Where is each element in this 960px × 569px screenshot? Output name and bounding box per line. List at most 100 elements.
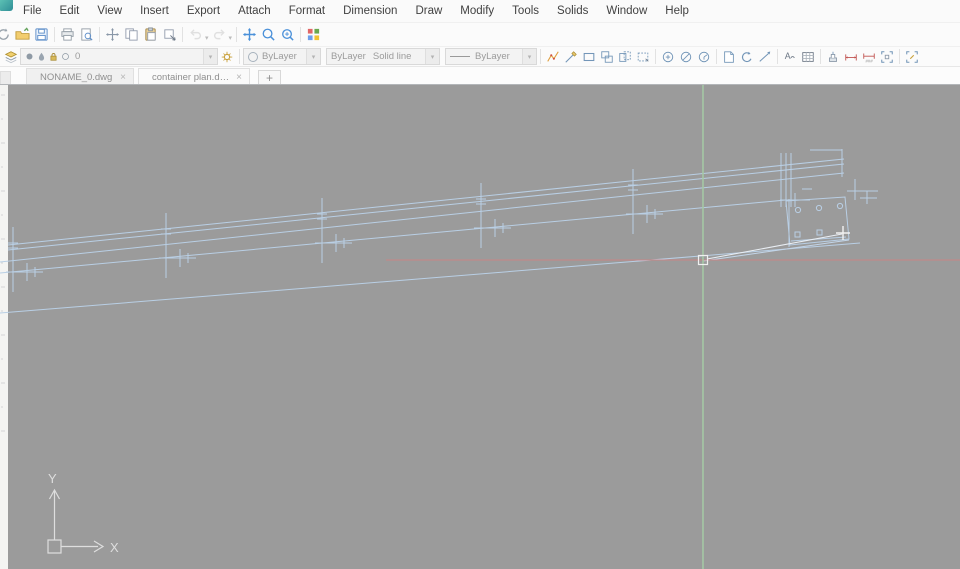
menu-window[interactable]: Window xyxy=(597,2,656,20)
undo-button[interactable] xyxy=(186,25,205,44)
divider xyxy=(99,27,100,42)
rect-icon xyxy=(582,50,596,64)
open-button[interactable] xyxy=(13,25,32,44)
line-icon xyxy=(564,50,578,64)
menu-insert[interactable]: Insert xyxy=(131,2,178,20)
station-marker xyxy=(474,183,511,248)
zoom-window-button[interactable] xyxy=(259,25,278,44)
page-icon xyxy=(722,50,736,64)
layer-states-button[interactable] xyxy=(218,48,236,65)
select-window-icon xyxy=(636,50,650,64)
select-frame-button[interactable] xyxy=(878,48,896,65)
save-icon xyxy=(34,27,49,42)
chevron-down-icon[interactable]: ▾ xyxy=(205,34,209,42)
undo-icon xyxy=(188,27,203,42)
menu-dimension[interactable]: Dimension xyxy=(334,2,406,20)
rotate-button[interactable] xyxy=(738,48,756,65)
sketch-icon xyxy=(546,50,560,64)
insert-block-button[interactable] xyxy=(160,25,179,44)
draw-rect-button[interactable] xyxy=(580,48,598,65)
drawing-viewport[interactable]: Y X xyxy=(0,85,960,569)
close-icon[interactable]: × xyxy=(236,72,242,83)
sketch-button[interactable] xyxy=(544,48,562,65)
rects2-icon xyxy=(618,50,632,64)
close-icon[interactable]: × xyxy=(120,72,126,83)
open-folder-icon xyxy=(15,27,30,42)
lineweight-select-value: ByLayer xyxy=(475,51,510,62)
extrude-button[interactable] xyxy=(824,48,842,65)
ucs-x-label: X xyxy=(110,540,119,555)
ucs-y-label: Y xyxy=(48,471,57,486)
color-swatch-icon xyxy=(248,51,258,62)
leader-button[interactable] xyxy=(756,48,774,65)
measure-length-button[interactable] xyxy=(842,48,860,65)
app-icon[interactable] xyxy=(0,0,13,11)
copy-button[interactable] xyxy=(122,25,141,44)
menu-edit[interactable]: Edit xyxy=(51,2,89,20)
circle-radius-icon xyxy=(697,50,711,64)
circle-center-button[interactable] xyxy=(659,48,677,65)
print-icon xyxy=(60,27,75,42)
visual-styles-button[interactable] xyxy=(304,25,323,44)
menu-attach[interactable]: Attach xyxy=(229,2,280,20)
circle-radius-button[interactable] xyxy=(695,48,713,65)
redo-button[interactable] xyxy=(210,25,229,44)
menu-format[interactable]: Format xyxy=(280,2,334,20)
table-button[interactable] xyxy=(799,48,817,65)
new-layout-button[interactable] xyxy=(720,48,738,65)
linetype-select-value: ByLayer xyxy=(331,51,366,62)
layer-color-icon xyxy=(61,52,70,61)
copy-objects-button[interactable] xyxy=(598,48,616,65)
lineweight-select[interactable]: ByLayer ▾ xyxy=(445,48,537,65)
paste-button[interactable] xyxy=(141,25,160,44)
chevron-down-icon: ▾ xyxy=(522,49,536,64)
layer-select[interactable]: 0 ▾ xyxy=(20,48,218,65)
paste-icon xyxy=(143,27,158,42)
table-icon xyxy=(801,50,815,64)
menu-modify[interactable]: Modify xyxy=(451,2,503,20)
menu-help[interactable]: Help xyxy=(656,2,698,20)
menu-tools[interactable]: Tools xyxy=(503,2,548,20)
drawing-canvas[interactable]: Y X xyxy=(0,84,960,569)
draw-line-button[interactable] xyxy=(562,48,580,65)
rects-icon xyxy=(600,50,614,64)
layer-lock-icon xyxy=(49,52,58,61)
divider xyxy=(899,49,900,64)
cad-application-window: File Edit View Insert Export Attach Format Dime… xyxy=(0,0,960,569)
layer-states-icon xyxy=(220,50,234,64)
menu-file[interactable]: File xyxy=(14,2,51,20)
chevron-down-icon[interactable]: ▾ xyxy=(229,34,233,42)
linetype-select[interactable]: ByLayer Solid line ▾ xyxy=(326,48,440,65)
circle-2p-button[interactable] xyxy=(677,48,695,65)
reload-button[interactable] xyxy=(0,25,13,44)
divider xyxy=(236,27,238,42)
drawing-tools: A ### xyxy=(544,48,921,65)
move-button[interactable] xyxy=(103,25,122,44)
text-style-button[interactable]: A xyxy=(781,48,799,65)
menu-export[interactable]: Export xyxy=(178,2,229,20)
edit-frame-icon xyxy=(905,50,919,64)
menu-view[interactable]: View xyxy=(88,2,131,20)
print-button[interactable] xyxy=(58,25,77,44)
paste-objects-button[interactable] xyxy=(616,48,634,65)
svg-text:A: A xyxy=(785,50,791,60)
menu-draw[interactable]: Draw xyxy=(406,2,451,20)
menu-solids[interactable]: Solids xyxy=(548,2,597,20)
zoom-extents-icon xyxy=(280,27,295,42)
print-preview-icon xyxy=(79,27,94,42)
chevron-down-icon: ▾ xyxy=(203,49,217,64)
edit-frame-button[interactable] xyxy=(903,48,921,65)
ucs-icon: Y X xyxy=(47,471,119,555)
circle-slash-icon xyxy=(679,50,693,64)
print-preview-button[interactable] xyxy=(77,25,96,44)
tab-label: NONAME_0.dwg xyxy=(40,72,113,83)
divider xyxy=(540,49,541,64)
measure-area-button[interactable]: ### xyxy=(860,48,878,65)
select-window-button[interactable] xyxy=(634,48,652,65)
color-select[interactable]: ByLayer ▾ xyxy=(243,48,321,65)
insert-block-icon xyxy=(162,27,177,42)
layers-button[interactable] xyxy=(2,48,20,65)
zoom-extents-button[interactable] xyxy=(278,25,297,44)
pan-button[interactable] xyxy=(240,25,259,44)
save-button[interactable] xyxy=(32,25,51,44)
